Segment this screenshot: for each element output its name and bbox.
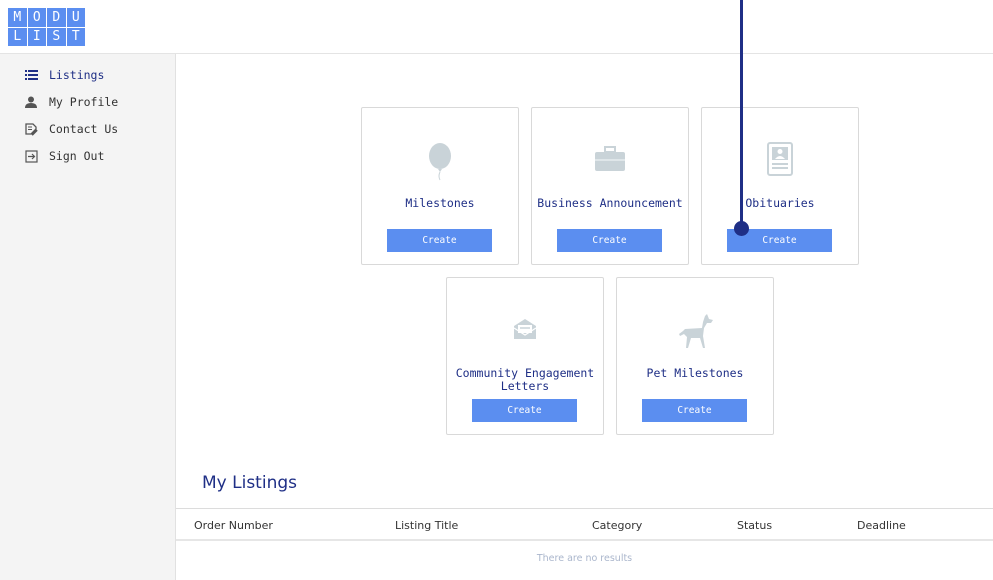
sidebar-item-label: Contact Us (49, 122, 119, 136)
balloon-icon (362, 142, 518, 182)
sidebar-item-my-profile[interactable]: My Profile (24, 93, 118, 111)
sidebar: Listings My Profile Contact Us Sign Out (0, 54, 176, 580)
card-title: Business Announcement (537, 196, 683, 210)
empty-results-message: There are no results (536, 553, 633, 564)
edit-note-icon (24, 122, 38, 136)
card-obituaries: Obituaries Create (701, 107, 859, 265)
column-header-deadline[interactable]: Deadline (857, 519, 906, 532)
column-header-order-number[interactable]: Order Number (194, 519, 273, 532)
briefcase-icon (532, 146, 688, 172)
sidebar-item-label: My Profile (49, 95, 119, 109)
create-milestones-button[interactable]: Create (387, 229, 492, 252)
logo-letter: I (26, 26, 47, 47)
annotation-pointer-dot (734, 221, 749, 236)
logo-letter: M (7, 7, 28, 28)
envelope-icon (447, 318, 603, 340)
card-title: Community Engagement Letters (455, 366, 595, 393)
sidebar-item-contact-us[interactable]: Contact Us (24, 120, 118, 138)
sign-out-icon (24, 149, 38, 163)
logo-letter: L (7, 26, 28, 47)
card-community-engagement-letters: Community Engagement Letters Create (446, 277, 604, 435)
column-header-status[interactable]: Status (737, 519, 772, 532)
card-title: Milestones (405, 196, 475, 210)
dog-icon (617, 312, 773, 350)
listings-table-header: Order Number Listing Title Category Stat… (176, 508, 993, 541)
card-business-announcement: Business Announcement Create (531, 107, 689, 265)
logo-letter: D (46, 7, 67, 28)
list-icon (24, 68, 38, 82)
sidebar-item-label: Sign Out (49, 149, 105, 163)
card-title: Pet Milestones (646, 366, 744, 380)
my-listings-heading: My Listings (202, 473, 297, 493)
sidebar-item-label: Listings (49, 68, 105, 82)
sidebar-item-listings[interactable]: Listings (24, 66, 104, 84)
logo-letter: S (46, 26, 67, 47)
annotation-pointer-line (740, 0, 743, 228)
sidebar-item-sign-out[interactable]: Sign Out (24, 147, 104, 165)
card-pet-milestones: Pet Milestones Create (616, 277, 774, 435)
create-community-engagement-letters-button[interactable]: Create (472, 399, 577, 422)
modulist-logo[interactable]: M O D U L I S T (7, 7, 86, 47)
card-milestones: Milestones Create (361, 107, 519, 265)
document-person-icon (702, 142, 858, 176)
column-header-category[interactable]: Category (592, 519, 642, 532)
logo-letter: O (26, 7, 47, 28)
column-header-listing-title[interactable]: Listing Title (395, 519, 458, 532)
card-title: Obituaries (745, 196, 815, 210)
person-icon (24, 95, 38, 109)
top-bar: M O D U L I S T (0, 0, 993, 54)
create-business-announcement-button[interactable]: Create (557, 229, 662, 252)
logo-letter: T (65, 26, 86, 47)
logo-letter: U (65, 7, 86, 28)
create-pet-milestones-button[interactable]: Create (642, 399, 747, 422)
